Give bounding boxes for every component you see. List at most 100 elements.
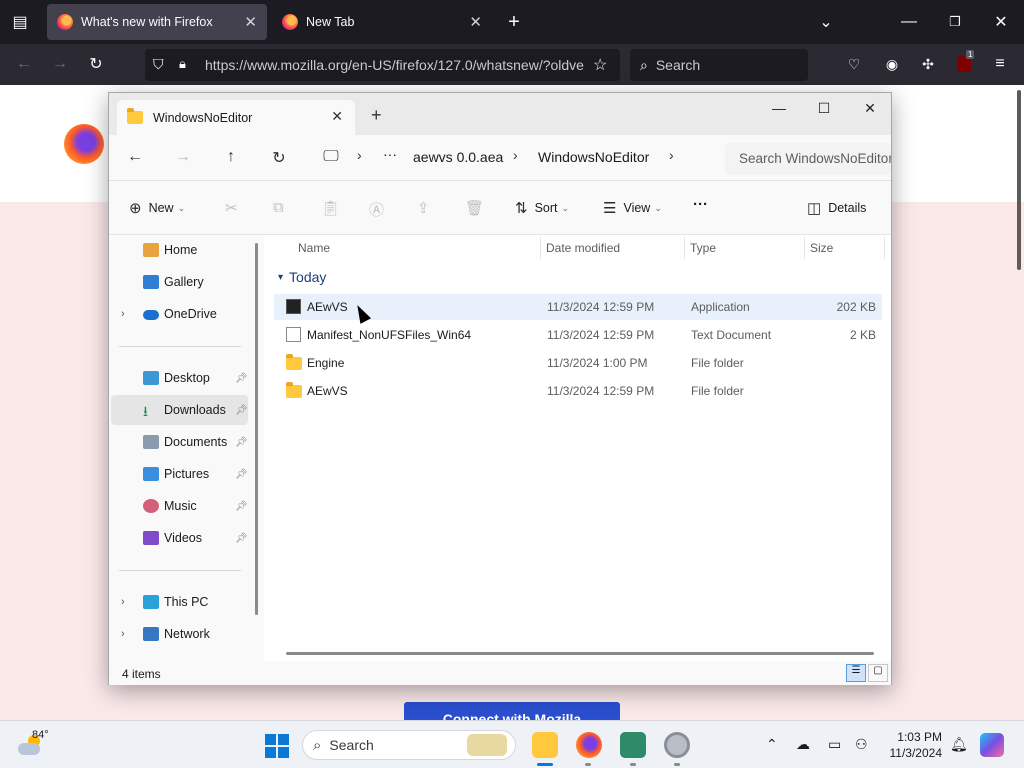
forward-arrow-icon[interactable]: → (46, 50, 74, 78)
back-arrow-icon[interactable]: ← (10, 50, 38, 78)
browser-search-field[interactable]: ⌕ Search (630, 49, 808, 81)
new-tab-plus-icon[interactable]: + (500, 8, 528, 36)
file-explorer-taskbar-icon[interactable] (532, 732, 558, 758)
details-button[interactable]: ◫ Details (807, 199, 866, 217)
nav-item-gallery[interactable]: Gallery (111, 267, 248, 297)
rename-icon[interactable]: Ⓐ (369, 199, 391, 220)
explorer-search-input[interactable]: Search WindowsNoEditor (725, 143, 891, 175)
new-button[interactable]: ⊕ New ⌄ (129, 199, 185, 217)
pin-icon[interactable]: 📌︎ (235, 437, 248, 448)
explorer-tab[interactable]: WindowsNoEditor ✕ (117, 100, 355, 135)
back-arrow-icon[interactable]: ← (125, 148, 145, 166)
refresh-icon[interactable]: ↻ (269, 148, 289, 168)
delete-icon[interactable]: 🗑︎ (465, 199, 491, 217)
ublock-icon[interactable]: 1 (950, 50, 978, 78)
column-divider[interactable] (684, 237, 685, 259)
group-header-today[interactable]: ▾ Today (278, 269, 326, 285)
sort-button[interactable]: ⇅ Sort ⌄ (515, 199, 569, 217)
more-options-icon[interactable]: ··· (693, 196, 708, 213)
minimize-icon[interactable]: — (769, 100, 789, 116)
column-divider[interactable] (804, 237, 805, 259)
settings-gear-taskbar-icon[interactable] (664, 732, 690, 758)
url-text[interactable]: https://www.mozilla.org/en-US/firefox/12… (205, 57, 585, 73)
more-breadcrumbs-icon[interactable]: ··· (383, 146, 397, 162)
up-arrow-icon[interactable]: ↑ (221, 148, 241, 166)
this-pc-monitor-icon[interactable]: 🖵︎ (321, 148, 341, 166)
pin-icon[interactable]: 📌︎ (235, 469, 248, 480)
close-window-icon[interactable]: ✕ (860, 100, 880, 117)
nav-item-music[interactable]: Music 📌︎ (111, 491, 248, 521)
pin-icon[interactable]: 📌︎ (235, 533, 248, 544)
copilot-icon[interactable] (980, 733, 1004, 757)
clock[interactable]: 1:03 PM 11/3/2024 (884, 729, 943, 761)
bookmark-star-icon[interactable]: ☆ (593, 55, 607, 75)
close-tab-icon[interactable]: ✕ (244, 13, 257, 31)
nav-item-home[interactable]: Home (111, 235, 248, 265)
close-tab-icon[interactable]: ✕ (469, 13, 482, 31)
breadcrumb-aewvs[interactable]: aewvs 0.0.aea (413, 149, 503, 165)
file-row[interactable]: AEwVS 11/3/2024 12:59 PM File folder (274, 378, 882, 404)
column-header-name[interactable]: Name (298, 241, 330, 255)
chevron-right-icon[interactable]: › (357, 147, 362, 163)
column-header-type[interactable]: Type (690, 241, 716, 255)
horizontal-scrollbar[interactable] (286, 652, 874, 655)
column-header-size[interactable]: Size (810, 241, 833, 255)
details-view-icon[interactable]: ☰ (846, 664, 866, 682)
large-icons-view-icon[interactable]: ▢ (868, 664, 888, 682)
column-divider[interactable] (884, 237, 885, 259)
nav-item-videos[interactable]: Videos 📌︎ (111, 523, 248, 553)
pin-icon[interactable]: 📌︎ (235, 501, 248, 512)
forward-arrow-icon[interactable]: → (173, 148, 193, 166)
close-window-icon[interactable]: ✕ (987, 8, 1015, 36)
view-button[interactable]: ☰ View ⌄ (603, 199, 662, 217)
nav-item-desktop[interactable]: Desktop 📌︎ (111, 363, 248, 393)
maximize-icon[interactable]: ☐ (814, 100, 834, 117)
cut-icon[interactable]: ✂ (225, 199, 245, 217)
nav-scrollbar[interactable] (255, 243, 258, 615)
list-all-tabs-icon[interactable]: ▤ (6, 8, 34, 36)
chevron-right-icon[interactable]: › (121, 628, 125, 640)
cloud-offline-icon[interactable]: ☁ (796, 736, 810, 753)
start-windows-icon[interactable] (265, 734, 289, 758)
hamburger-menu-icon[interactable]: ≡ (986, 50, 1014, 78)
copy-icon[interactable]: ⧉ (273, 199, 291, 216)
connect-with-mozilla-button[interactable]: Connect with Mozilla (404, 702, 620, 722)
nav-item-network[interactable]: › Network (111, 619, 248, 649)
page-scrollbar[interactable] (1017, 90, 1021, 270)
pin-icon[interactable]: 📌︎ (235, 373, 248, 384)
restore-icon[interactable]: ❐ (941, 8, 969, 36)
lock-icon[interactable]: 🔒︎ (179, 56, 186, 72)
paste-icon[interactable]: 📋︎ (321, 199, 347, 217)
browser-tab-newtab[interactable]: New Tab ✕ (272, 4, 492, 40)
nav-item-pictures[interactable]: Pictures 📌︎ (111, 459, 248, 489)
file-row[interactable]: Manifest_NonUFSFiles_Win64 11/3/2024 12:… (274, 322, 882, 348)
nav-item-this-pc[interactable]: › This PC (111, 587, 248, 617)
nav-item-downloads[interactable]: ⭳ Downloads 📌︎ (111, 395, 248, 425)
account-icon[interactable]: ◉ (878, 50, 906, 78)
notification-bell-icon[interactable]: 🔔︎ (950, 736, 968, 753)
new-tab-plus-icon[interactable]: + (371, 105, 382, 126)
chevron-up-icon[interactable]: ⌃ (766, 736, 778, 753)
reload-icon[interactable]: ↻ (82, 50, 110, 78)
chevron-right-icon[interactable]: › (669, 147, 674, 163)
display-icon[interactable]: ▭ (828, 736, 841, 753)
minimize-icon[interactable]: — (895, 8, 923, 36)
nav-item-onedrive[interactable]: › OneDrive (111, 299, 248, 329)
breadcrumb-windowsnoeditor[interactable]: WindowsNoEditor (538, 149, 649, 165)
close-tab-icon[interactable]: ✕ (331, 108, 343, 125)
app-taskbar-icon[interactable] (620, 732, 646, 758)
column-divider[interactable] (540, 237, 541, 259)
share-icon[interactable]: ⇪ (417, 199, 437, 217)
pocket-icon[interactable]: ♡ (840, 50, 868, 78)
url-bar[interactable]: ⛉ 🔒︎ https://www.mozilla.org/en-US/firef… (145, 49, 620, 81)
pin-icon[interactable]: 📌︎ (235, 405, 248, 416)
file-row[interactable]: Engine 11/3/2024 1:00 PM File folder (274, 350, 882, 376)
column-header-date[interactable]: Date modified (546, 241, 620, 255)
chevron-right-icon[interactable]: › (513, 147, 518, 163)
network-status-icon[interactable]: ⚇ (855, 736, 868, 753)
extensions-icon[interactable]: ✣ (914, 50, 942, 78)
tab-overflow-chevron-icon[interactable]: ⌄ (812, 8, 840, 36)
chevron-right-icon[interactable]: › (121, 308, 125, 320)
browser-tab-whatsnew[interactable]: What's new with Firefox ✕ (47, 4, 267, 40)
shield-icon[interactable]: ⛉ (153, 56, 164, 73)
